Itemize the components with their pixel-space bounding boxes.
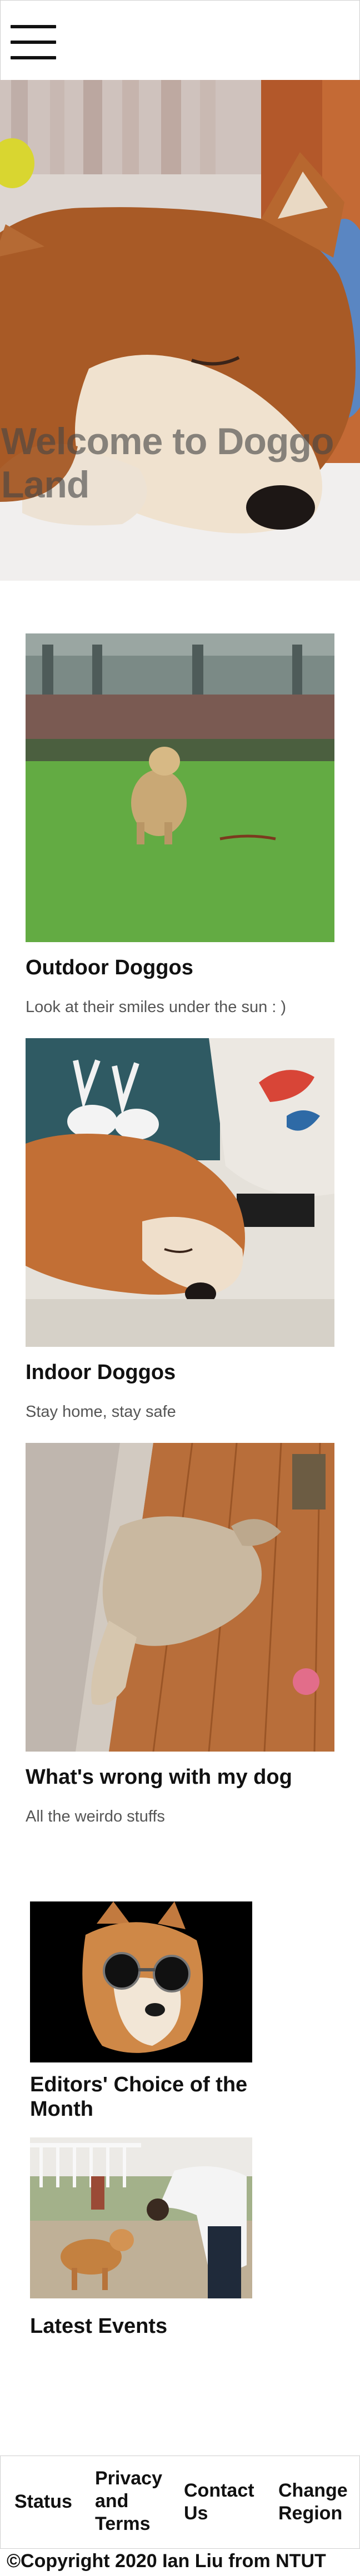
hamburger-menu-icon[interactable] — [11, 23, 56, 62]
card-title: Editors' Choice of the Month — [30, 2073, 248, 2121]
outdoor-doggos-card[interactable]: Outdoor Doggos Look at their smiles unde… — [26, 633, 334, 1016]
editors-choice-card[interactable]: Editors' Choice of the Month — [30, 1901, 252, 2121]
card-title: Indoor Doggos — [26, 1361, 176, 1384]
footer-link-privacy-terms[interactable]: Privacy and Terms — [95, 2467, 178, 2535]
weird-dog-card[interactable]: What's wrong with my dog All the weirdo … — [26, 1443, 334, 1825]
indoor-doggos-photo[interactable] — [26, 1038, 334, 1347]
editors-choice-photo[interactable] — [30, 1901, 252, 2062]
site-footer: Status Privacy and Terms Contact Us Chan… — [0, 2456, 360, 2549]
outdoor-doggos-photo[interactable] — [26, 633, 334, 942]
copyright-text: ©Copyright 2020 Ian Liu from NTUT — [7, 2550, 326, 2572]
hero-banner: Welcome to Doggo Land — [0, 80, 360, 581]
footer-link-contact-us[interactable]: Contact Us — [184, 2479, 273, 2525]
footer-link-change-region[interactable]: Change Region — [278, 2479, 359, 2525]
card-description: Stay home, stay safe — [26, 1403, 176, 1421]
hero-title: Welcome to Doggo Land — [1, 420, 334, 506]
card-title: Outdoor Doggos — [26, 956, 193, 979]
card-title: Latest Events — [30, 2315, 168, 2338]
latest-events-photo[interactable] — [30, 2137, 252, 2298]
footer-link-status[interactable]: Status — [14, 2491, 80, 2513]
card-title: What's wrong with my dog — [26, 1765, 292, 1789]
card-description: All the weirdo stuffs — [26, 1808, 165, 1825]
latest-events-card[interactable]: Latest Events — [30, 2137, 252, 2338]
indoor-doggos-card[interactable]: Indoor Doggos Stay home, stay safe — [26, 1038, 334, 1421]
top-header — [0, 0, 360, 80]
card-description: Look at their smiles under the sun : ) — [26, 998, 287, 1016]
weird-dog-photo[interactable] — [26, 1443, 334, 1752]
